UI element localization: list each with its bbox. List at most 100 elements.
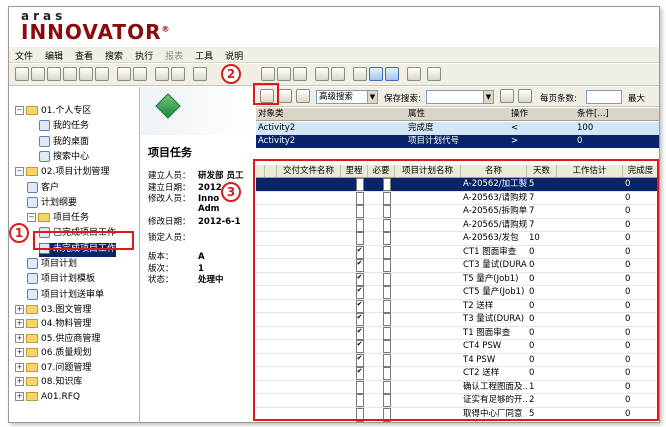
help-icon[interactable] — [407, 67, 421, 81]
menu-item[interactable]: 工具 — [189, 47, 219, 62]
tree-item[interactable]: 我的桌面 — [39, 135, 89, 150]
save-icon[interactable] — [63, 67, 77, 81]
tree-item[interactable]: 项目计划送审单 — [27, 288, 105, 303]
criteria-col-class[interactable]: 对象类 — [256, 108, 406, 121]
copy-icon[interactable] — [117, 67, 131, 81]
menu-item[interactable]: 文件 — [9, 47, 39, 62]
tree-item[interactable]: 我的任务 — [39, 120, 89, 134]
aras-logo: aras INNOVATOR® — [9, 7, 659, 47]
tree-folder[interactable]: +04.物料管理 — [15, 318, 91, 332]
tree-item[interactable]: 客户 — [27, 181, 60, 196]
criteria-cell[interactable]: Activity2 — [256, 135, 406, 148]
page-size-input[interactable] — [586, 90, 622, 104]
collapse-icon[interactable]: − — [15, 106, 24, 115]
edit-icon[interactable] — [293, 67, 307, 81]
item-icon — [27, 258, 38, 269]
criteria-cell[interactable]: 完成度 — [406, 122, 509, 135]
cell-done[interactable]: 0 — [625, 421, 659, 422]
saved-search-select[interactable]: ▼ — [426, 90, 494, 104]
criteria-cell[interactable]: < — [509, 122, 575, 135]
cell-name[interactable]: 开发起始暨品质... — [463, 421, 527, 422]
tree-folder[interactable]: +06.质量规划 — [15, 347, 91, 361]
new-icon[interactable] — [15, 67, 29, 81]
table-row[interactable]: 开发起始暨品质...1 0 — [256, 421, 659, 422]
cell-est[interactable] — [559, 421, 623, 422]
criteria-col-property[interactable]: 属性 — [406, 108, 509, 121]
arrow-icon[interactable] — [315, 67, 329, 81]
expand-icon[interactable]: + — [15, 391, 24, 401]
expand-icon[interactable]: + — [15, 348, 24, 358]
tree-item[interactable]: 项目计划模板 — [27, 273, 95, 287]
criteria-cell[interactable]: > — [509, 135, 575, 148]
checkbox-icon[interactable] — [355, 421, 364, 422]
print-icon[interactable] — [133, 67, 147, 81]
property-key: 建立人员： — [148, 171, 191, 181]
tree-view-icon[interactable] — [385, 67, 399, 81]
criteria-cell[interactable]: Activity2 — [256, 122, 406, 135]
tree-label: 客户 — [41, 182, 60, 193]
tree-label: 06.质量规划 — [41, 348, 92, 359]
cell-days[interactable]: 1 — [529, 421, 557, 422]
collapse-icon[interactable]: − — [15, 167, 24, 177]
criteria-row[interactable]: Activity2 完成度 <100 — [256, 122, 659, 135]
tree-folder[interactable]: +05.供应商管理 — [15, 333, 100, 347]
expand-icon[interactable]: + — [15, 362, 24, 372]
search-options-icon[interactable] — [296, 89, 310, 103]
tree-folder[interactable]: +07.问题管理 — [15, 362, 91, 376]
tree-folder[interactable]: − 02.项目计划管理 — [15, 166, 109, 180]
cell-deliv[interactable] — [279, 421, 341, 422]
checkbox-icon[interactable] — [382, 421, 391, 422]
tree-label: 我的任务 — [53, 121, 90, 132]
new-from-icon[interactable] — [31, 67, 45, 81]
criteria-cell[interactable]: 0 — [575, 135, 659, 148]
criteria-row[interactable]: Activity2 项目计划代号 >0 — [256, 135, 659, 148]
view-icon[interactable] — [353, 67, 367, 81]
tree-folder[interactable]: − 01.个人专区 — [15, 105, 91, 119]
expand-icon[interactable]: + — [15, 319, 24, 329]
excel-icon[interactable] — [155, 67, 169, 81]
cell-plan[interactable] — [397, 421, 461, 422]
promote-icon[interactable] — [277, 67, 291, 81]
criteria-col-operator[interactable]: 操作 — [509, 108, 575, 121]
property-value: Adm — [198, 203, 220, 214]
delete-icon[interactable] — [95, 67, 109, 81]
required-checkbox[interactable] — [370, 421, 395, 422]
plugin-icon[interactable] — [427, 67, 441, 81]
filter-icon[interactable] — [518, 89, 532, 103]
collapse-icon[interactable]: − — [27, 213, 36, 223]
criteria-col-condition[interactable]: 条件[...] — [575, 108, 659, 121]
save-query-icon[interactable] — [500, 89, 514, 103]
criteria-cell[interactable]: 项目计划代号 — [406, 135, 509, 148]
property-key: 修改人员： — [148, 194, 191, 204]
tree-item[interactable]: 搜索中心 — [39, 150, 89, 165]
search-pane-icon[interactable] — [369, 67, 383, 81]
lock-icon[interactable] — [193, 67, 207, 81]
expand-icon[interactable]: + — [15, 377, 24, 387]
criteria-cell[interactable]: 100 — [575, 122, 659, 135]
search-mode-select[interactable]: 高级搜索 ▼ — [316, 90, 378, 104]
clear-search-icon[interactable] — [278, 89, 292, 103]
menu-item[interactable]: 编辑 — [39, 47, 69, 62]
property-key: 建立日期： — [148, 182, 191, 193]
menu-item[interactable]: 搜索 — [99, 47, 129, 62]
menu-item[interactable]: 说明 — [219, 47, 249, 62]
open-icon[interactable] — [47, 67, 61, 81]
copy-item-icon[interactable] — [79, 67, 93, 81]
properties-icon[interactable] — [331, 67, 345, 81]
word-icon[interactable] — [171, 67, 185, 81]
tree-label: 项目计划送审单 — [41, 289, 105, 300]
menu-item[interactable]: 查看 — [69, 47, 99, 62]
tree-folder[interactable]: +08.知识库 — [15, 376, 82, 390]
milestone-checkbox[interactable] — [343, 421, 368, 422]
tree-item[interactable]: 项目计划 — [27, 258, 77, 272]
tree-label: 01.个人专区 — [41, 106, 92, 116]
navigation-tree: − 01.个人专区我的任务我的桌面 搜索中心 −02.项目计划管理客户计划纲要 − 项目任… — [9, 87, 140, 422]
tree-folder[interactable]: +03.图文管理 — [15, 304, 91, 318]
tree-item[interactable]: 计划纲要 — [27, 196, 77, 211]
expand-icon[interactable]: + — [15, 333, 24, 343]
expand-icon[interactable]: + — [15, 304, 24, 314]
undo-icon[interactable] — [261, 67, 275, 81]
menu-item[interactable]: 执行 — [129, 47, 159, 62]
tree-folder[interactable]: − 项目任务 — [27, 212, 89, 226]
tree-folder[interactable]: + A01.RFQ — [15, 391, 80, 405]
